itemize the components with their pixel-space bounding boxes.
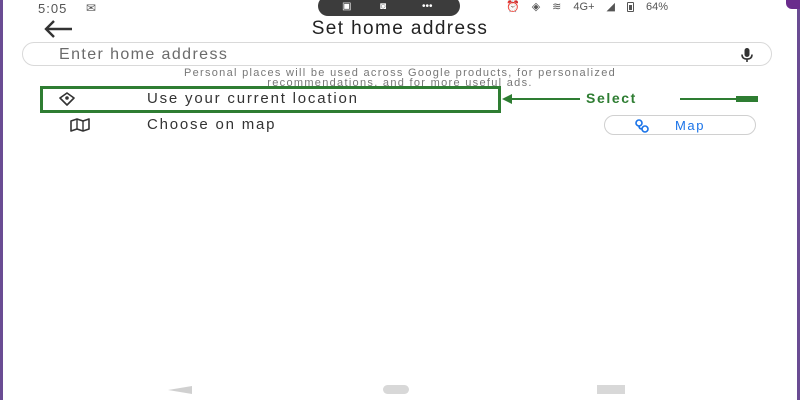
annotation-label: Select [586, 90, 637, 106]
page-title: Set home address [311, 18, 489, 39]
location-pin-icon [59, 92, 75, 106]
location-status-icon: ◈ [531, 1, 541, 13]
privacy-disclaimer: Personal places will be used across Goog… [30, 68, 770, 89]
nav-recents-button[interactable] [597, 385, 625, 394]
battery-level: 64% [645, 0, 668, 13]
app-header: Set home address [0, 14, 800, 44]
signal-icon: ◢ [606, 1, 615, 13]
microphone-icon[interactable] [739, 47, 755, 63]
nav-home-button[interactable] [383, 385, 409, 394]
system-nav-bar [0, 380, 800, 400]
map-fold-icon [70, 118, 90, 132]
wifi-icon: ≋ [552, 1, 562, 13]
map-route-icon [635, 119, 649, 133]
battery-icon [626, 1, 634, 12]
record-icon[interactable]: ▣ [342, 1, 351, 12]
search-box[interactable] [22, 42, 772, 66]
mail-icon: ✉ [86, 1, 97, 15]
map-button-label: Map [675, 118, 706, 133]
camera-icon[interactable]: ◙ [380, 1, 386, 12]
more-icon[interactable]: ••• [422, 1, 433, 12]
alarm-icon: ⏰ [506, 1, 520, 13]
status-indicators: ⏰ ◈ ≋ 4G+ ◢ 64% [506, 0, 668, 14]
frame-edge-left [0, 0, 3, 400]
nav-back-icon[interactable] [168, 386, 192, 394]
use-current-location-label: Use your current location [147, 90, 359, 107]
choose-on-map-label: Choose on map [147, 116, 277, 133]
select-annotation: Select [502, 90, 762, 108]
map-button[interactable]: Map [604, 115, 756, 135]
home-address-input[interactable] [59, 45, 699, 64]
network-label: 4G+ [573, 0, 595, 13]
